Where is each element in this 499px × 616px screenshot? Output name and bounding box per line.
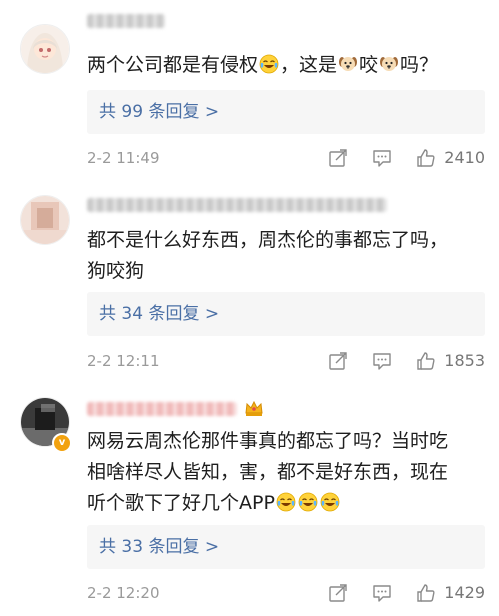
like-count: 2410 (444, 148, 485, 167)
comment-text-segment: ，这是 (280, 54, 338, 76)
comment-text-line: 听个歌下了好几个APP (87, 488, 485, 519)
share-icon[interactable] (328, 583, 348, 603)
comment-text-segment: 网易云周杰伦那件事真的都忘了吗？当时吃 (87, 430, 449, 452)
share-icon[interactable] (328, 351, 348, 371)
reply-count-label: 共 99 条回复 > (99, 102, 220, 122)
comment-icon[interactable] (372, 148, 392, 168)
comment-icon[interactable] (372, 351, 392, 371)
like-icon (416, 148, 436, 168)
comment-text-segment: 吗？ (400, 54, 439, 76)
crying-laughing-emoji (320, 492, 340, 512)
comment-text-segment: 两个公司都是有侵权 (87, 54, 259, 76)
comment-text-segment: 相啥样尽人皆知，害，都不是好东西，现在 (87, 461, 449, 483)
comment-text-line: 狗咬狗 (87, 256, 485, 287)
action-bar: 1429 (328, 580, 485, 606)
comment-text-line: 网易云周杰伦那件事真的都忘了吗？当时吃 (87, 426, 485, 457)
avatar[interactable] (20, 24, 70, 74)
dog-emoji (338, 54, 358, 74)
comment-text: 两个公司都是有侵权 ，这是咬吗？ (87, 50, 485, 81)
like-button[interactable]: 1853 (416, 348, 485, 374)
like-icon (416, 351, 436, 371)
dog-emoji (379, 54, 399, 74)
timestamp: 2-2 11:49 (87, 149, 160, 167)
comment-text-segment: 都不是什么好东西，周杰伦的事都忘了吗， (87, 229, 449, 251)
comment-text-segment: 咬 (359, 54, 379, 76)
reply-count-link[interactable]: 共 34 条回复 > (87, 292, 485, 336)
share-icon[interactable] (328, 148, 348, 168)
comment-text: 网易云周杰伦那件事真的都忘了吗？当时吃 相啥样尽人皆知，害，都不是好东西，现在 听个… (87, 426, 485, 519)
like-button[interactable]: 2410 (416, 145, 485, 171)
comment-text-segment: 狗咬狗 (87, 260, 145, 282)
crying-laughing-emoji (276, 492, 296, 512)
username-blurred[interactable] (87, 198, 387, 212)
like-icon (416, 583, 436, 603)
action-bar: 2410 (328, 145, 485, 171)
like-count: 1429 (444, 583, 485, 602)
reply-count-link[interactable]: 共 33 条回复 > (87, 525, 485, 569)
crying-laughing-emoji (298, 492, 318, 512)
comment-text: 都不是什么好东西，周杰伦的事都忘了吗， 狗咬狗 (87, 225, 485, 287)
like-button[interactable]: 1429 (416, 580, 485, 606)
like-count: 1853 (444, 351, 485, 370)
comment-meta: 2-2 12:11 1853 (87, 348, 485, 374)
reply-count-label: 共 33 条回复 > (99, 537, 220, 557)
timestamp: 2-2 12:20 (87, 584, 160, 602)
avatar[interactable] (20, 195, 70, 245)
crying-laughing-emoji (259, 54, 279, 74)
comment-meta: 2-2 12:20 1429 (87, 580, 485, 606)
reply-count-link[interactable]: 共 99 条回复 > (87, 90, 485, 134)
timestamp: 2-2 12:11 (87, 352, 160, 370)
reply-count-label: 共 34 条回复 > (99, 304, 220, 324)
username-blurred[interactable] (87, 402, 237, 416)
crown-icon (244, 398, 264, 418)
comment-meta: 2-2 11:49 2410 (87, 145, 485, 171)
username-blurred[interactable] (87, 14, 165, 28)
comment-text-line: 两个公司都是有侵权 ，这是咬吗？ (87, 50, 485, 81)
comment-text-segment: 听个歌下了好几个APP (87, 492, 275, 514)
comment-icon[interactable] (372, 583, 392, 603)
comment-text-line: 相啥样尽人皆知，害，都不是好东西，现在 (87, 457, 485, 488)
action-bar: 1853 (328, 348, 485, 374)
verified-badge: v (52, 433, 72, 453)
comment-text-line: 都不是什么好东西，周杰伦的事都忘了吗， (87, 225, 485, 256)
